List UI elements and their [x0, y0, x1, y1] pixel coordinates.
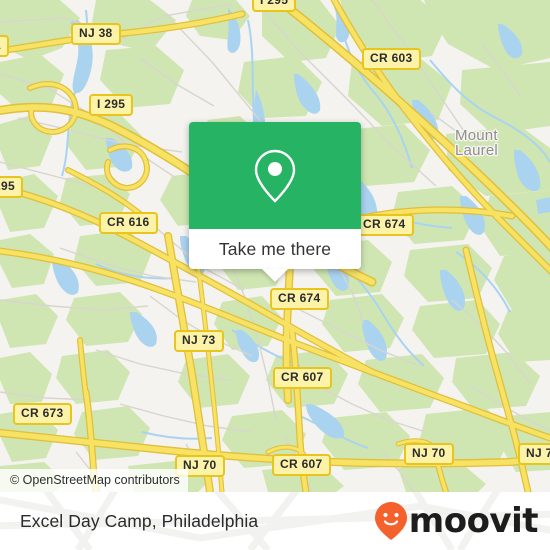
shield-i-295-top: I 295	[252, 0, 297, 12]
callout-marker-area	[189, 122, 361, 229]
shield-nj-73: NJ 73	[174, 330, 224, 352]
osm-attribution[interactable]: © OpenStreetMap contributors	[0, 469, 188, 492]
take-me-there-label: Take me there	[218, 238, 332, 259]
shield-nj-70-mid: NJ 70	[404, 443, 454, 465]
shield-cr-603: CR 603	[362, 48, 421, 70]
place-title: Excel Day Camp, Philadelphia	[20, 510, 259, 531]
callout-pointer	[262, 269, 288, 282]
shield-cr-616: CR 616	[99, 212, 158, 234]
take-me-there-callout[interactable]: Take me there	[189, 122, 361, 282]
moovit-brand[interactable]: moovit	[374, 501, 539, 541]
shield-cr-674: CR 674	[270, 288, 329, 310]
shield-i-295-left: 295	[0, 176, 23, 198]
shield-nj-41: 1	[0, 35, 9, 57]
shield-cr-673: CR 673	[13, 403, 72, 425]
bottom-info-bar: Excel Day Camp, Philadelphia moovit	[0, 492, 550, 550]
moovit-wordmark: moovit	[408, 501, 539, 541]
shield-i-295: I 295	[89, 94, 134, 116]
shield-cr-607: CR 607	[273, 367, 332, 389]
map-share-card: MountLaurel 1 NJ 38 I 295 CR 603 I 295 2…	[0, 0, 550, 550]
shield-cr-674-right: CR 674	[355, 214, 414, 236]
moovit-pin-smiley-icon	[374, 502, 407, 540]
location-pin-icon	[254, 149, 296, 203]
shield-nj-70-right: NJ 70	[518, 443, 550, 465]
shield-cr-607-bottom: CR 607	[272, 454, 331, 476]
callout-action-bar[interactable]: Take me there	[189, 229, 361, 282]
shield-nj-38: NJ 38	[71, 23, 121, 45]
